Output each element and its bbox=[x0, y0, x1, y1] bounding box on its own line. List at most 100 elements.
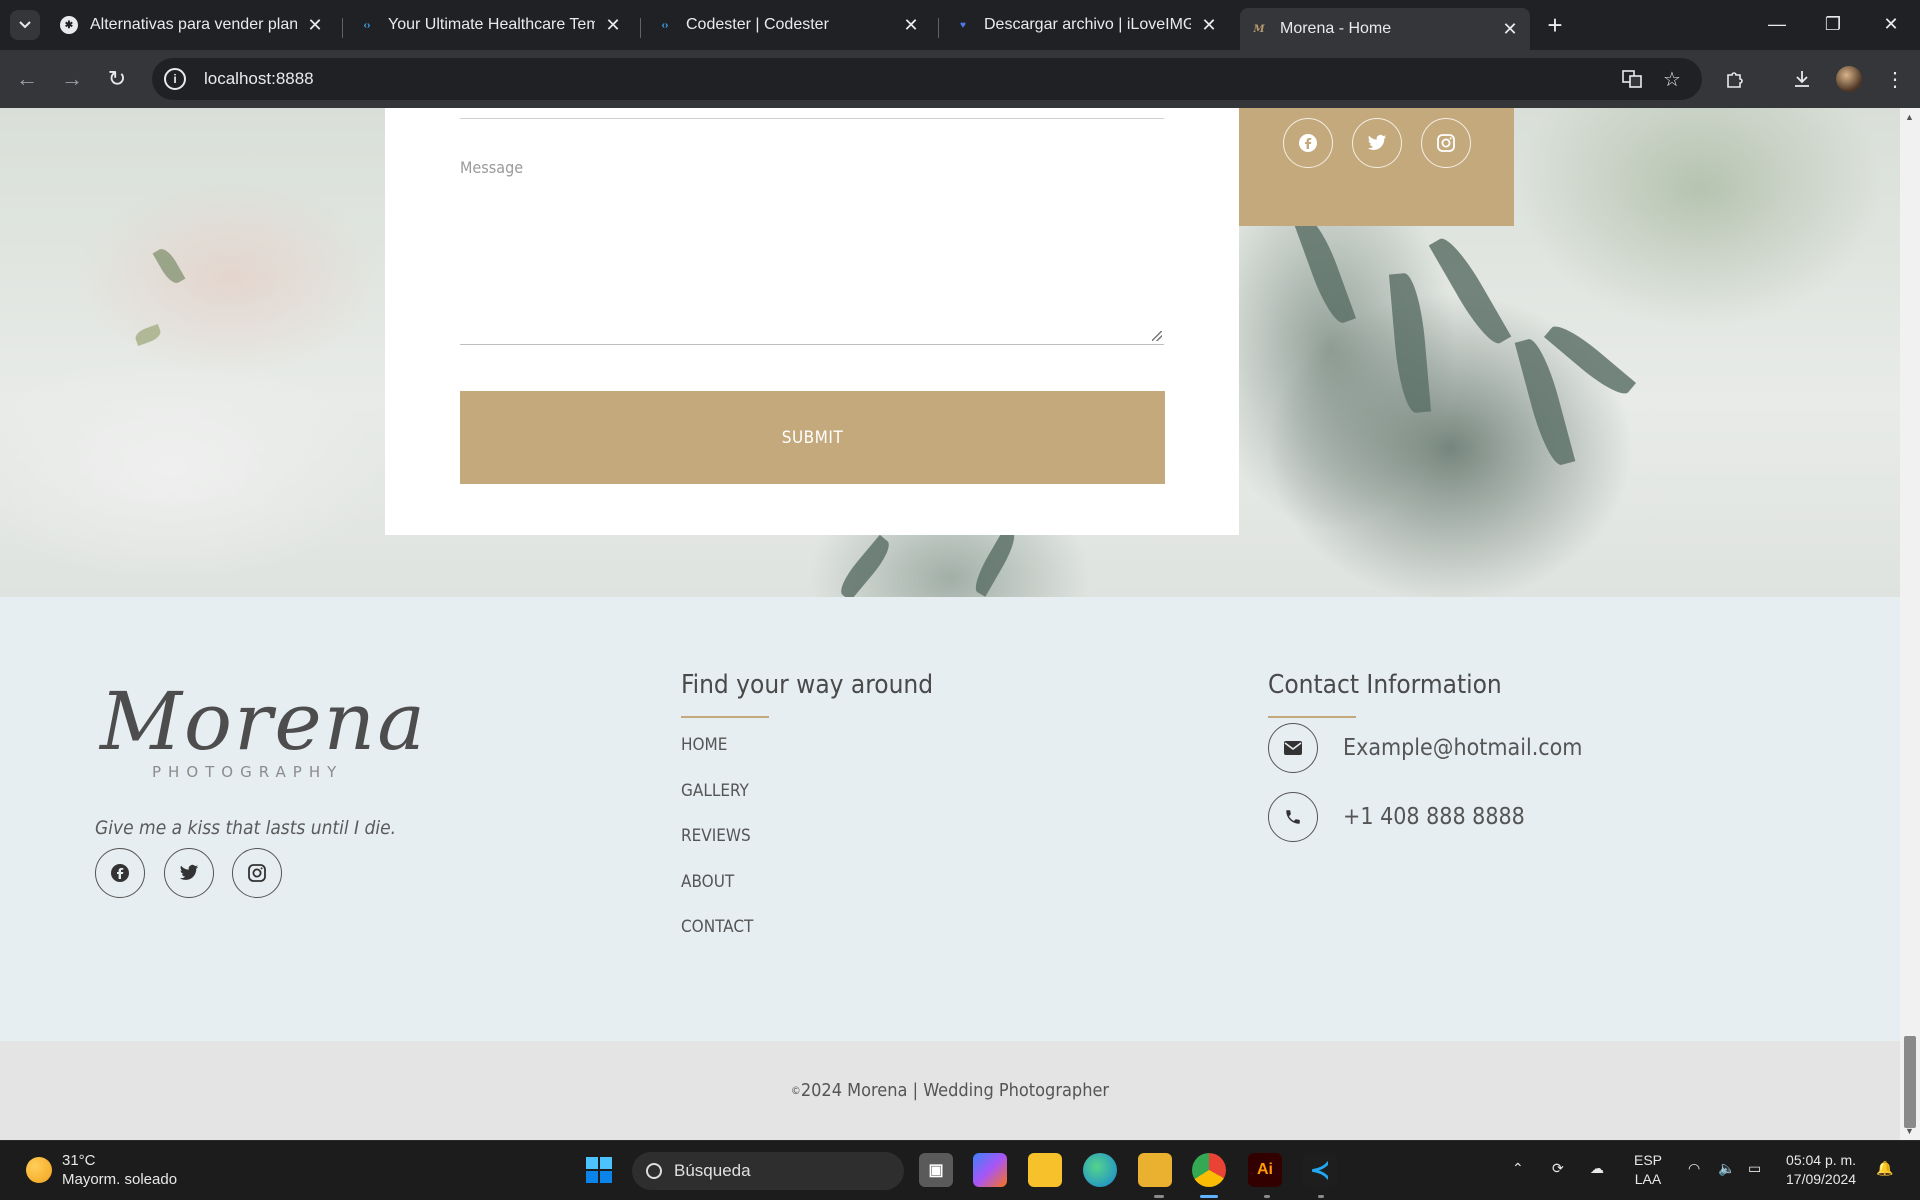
tab-search-button[interactable] bbox=[10, 10, 40, 40]
contact-section-title: Contact Information bbox=[1268, 670, 1502, 700]
chatgpt-icon: ✱ bbox=[60, 16, 78, 34]
file-explorer-icon[interactable] bbox=[1138, 1153, 1172, 1187]
nav-section-rule bbox=[681, 716, 769, 718]
windows-taskbar: 31°C Mayorm. soleado Búsqueda ▣ Ai ≺ ⌃ ⟳… bbox=[0, 1140, 1920, 1200]
new-tab-button[interactable]: + bbox=[1540, 10, 1570, 40]
translate-icon[interactable] bbox=[1617, 64, 1647, 94]
task-view-icon[interactable]: ▣ bbox=[919, 1153, 953, 1187]
browser-menu-icon[interactable]: ⋮ bbox=[1880, 64, 1910, 94]
show-hidden-icons-chevron-icon[interactable]: ⌃ bbox=[1512, 1159, 1524, 1178]
footer-link-gallery[interactable]: GALLERY bbox=[681, 781, 749, 801]
phone-icon bbox=[1268, 792, 1318, 842]
footer-tagline: Give me a kiss that lasts until I die. bbox=[95, 817, 397, 839]
bookmark-star-icon[interactable]: ☆ bbox=[1657, 64, 1687, 94]
copyright-symbol: © bbox=[790, 1084, 801, 1097]
footer-logo-subtitle: PHOTOGRAPHY bbox=[152, 763, 344, 781]
windows-start-icon[interactable] bbox=[582, 1153, 616, 1187]
language-indicator[interactable]: ESP LAA bbox=[1634, 1151, 1662, 1189]
taskbar-search[interactable]: Búsqueda bbox=[632, 1152, 904, 1190]
input-underline bbox=[460, 118, 1164, 119]
forward-button[interactable]: → bbox=[57, 64, 87, 94]
chrome-icon[interactable] bbox=[1192, 1153, 1226, 1187]
scrollbar-thumb[interactable] bbox=[1904, 1036, 1916, 1128]
phone-text[interactable]: +1 408 888 8888 bbox=[1343, 804, 1525, 830]
site-info-icon[interactable]: i bbox=[164, 68, 186, 90]
browser-tab-active[interactable]: M Morena - Home ✕ bbox=[1240, 8, 1530, 50]
wifi-icon[interactable]: ◠ bbox=[1688, 1159, 1700, 1178]
footer-link-contact[interactable]: CONTACT bbox=[681, 917, 753, 937]
vscode-icon[interactable]: ≺ bbox=[1303, 1153, 1337, 1187]
browser-toolbar: ← → ↻ i localhost:8888 ☆ ⋮ bbox=[0, 50, 1920, 108]
close-tab-icon[interactable]: ✕ bbox=[1500, 19, 1520, 40]
footer-logo[interactable]: Morena bbox=[100, 675, 427, 768]
active-indicator bbox=[1200, 1195, 1218, 1198]
page-scrollbar[interactable]: ▲ ▼ bbox=[1900, 108, 1920, 1140]
instagram-icon[interactable] bbox=[1421, 118, 1471, 168]
copilot-icon[interactable] bbox=[973, 1153, 1007, 1187]
close-tab-icon[interactable]: ✕ bbox=[901, 15, 921, 36]
copyright-text: 2024 Morena | Wedding Photographer bbox=[800, 1080, 1110, 1101]
sticky-notes-icon[interactable] bbox=[1028, 1153, 1062, 1187]
footer-link-about[interactable]: ABOUT bbox=[681, 872, 734, 892]
tab-separator bbox=[342, 18, 343, 38]
iloveimg-icon: ♥ bbox=[960, 19, 966, 31]
restore-button[interactable]: ❐ bbox=[1808, 6, 1858, 42]
contact-form: Message SUBMIT bbox=[385, 108, 1239, 535]
clock[interactable]: 05:04 p. m. 17/09/2024 bbox=[1786, 1151, 1856, 1189]
illustrator-icon[interactable]: Ai bbox=[1248, 1153, 1282, 1187]
chevron-down-icon bbox=[19, 21, 31, 29]
site-footer: Morena PHOTOGRAPHY Give me a kiss that l… bbox=[0, 597, 1900, 1041]
close-window-button[interactable]: ✕ bbox=[1866, 6, 1916, 42]
address-bar[interactable]: i localhost:8888 bbox=[152, 58, 1702, 100]
notifications-bell-icon[interactable]: 🔔 bbox=[1876, 1159, 1893, 1178]
morena-icon: M bbox=[1253, 23, 1265, 35]
message-placeholder: Message bbox=[460, 158, 524, 177]
minimize-button[interactable]: — bbox=[1752, 6, 1802, 42]
mail-icon bbox=[1268, 723, 1318, 773]
browser-tab[interactable]: ♥ Descargar archivo | iLoveIMG ✕ bbox=[944, 8, 1229, 42]
url-text: localhost:8888 bbox=[204, 69, 314, 88]
close-tab-icon[interactable]: ✕ bbox=[1199, 15, 1219, 36]
download-icon[interactable] bbox=[1787, 64, 1817, 94]
extensions-icon[interactable] bbox=[1720, 64, 1750, 94]
footer-link-reviews[interactable]: REVIEWS bbox=[681, 826, 751, 846]
scroll-up-arrow-icon[interactable]: ▲ bbox=[1905, 112, 1915, 122]
browser-tab-bar: ✱ Alternativas para vender plantill ✕ ‹›… bbox=[0, 0, 1920, 50]
onedrive-icon[interactable]: ☁ bbox=[1590, 1159, 1604, 1178]
close-tab-icon[interactable]: ✕ bbox=[603, 15, 623, 36]
volume-icon[interactable]: 🔈 bbox=[1718, 1159, 1735, 1178]
twitter-icon[interactable] bbox=[164, 848, 214, 898]
footer-link-home[interactable]: HOME bbox=[681, 735, 727, 755]
browser-tab[interactable]: ✱ Alternativas para vender plantill ✕ bbox=[50, 8, 335, 42]
email-text[interactable]: Example@hotmail.com bbox=[1343, 735, 1582, 761]
facebook-icon[interactable] bbox=[1283, 118, 1333, 168]
contact-email: Example@hotmail.com bbox=[1268, 723, 1582, 773]
contact-section-rule bbox=[1268, 716, 1356, 718]
facebook-icon[interactable] bbox=[95, 848, 145, 898]
profile-avatar[interactable] bbox=[1836, 66, 1862, 92]
back-button[interactable]: ← bbox=[12, 64, 42, 94]
weather-desc: Mayorm. soleado bbox=[62, 1171, 178, 1188]
tab-separator bbox=[938, 18, 939, 38]
social-links-card bbox=[1239, 108, 1514, 226]
resize-handle[interactable] bbox=[1152, 331, 1162, 341]
clock-date: 17/09/2024 bbox=[1786, 1171, 1857, 1187]
twitter-icon[interactable] bbox=[1352, 118, 1402, 168]
search-icon bbox=[646, 1163, 662, 1179]
message-textarea[interactable] bbox=[460, 148, 1164, 345]
running-indicator bbox=[1318, 1195, 1324, 1198]
weather-widget[interactable]: 31°C Mayorm. soleado bbox=[26, 1151, 177, 1189]
sync-icon[interactable]: ⟳ bbox=[1552, 1159, 1564, 1178]
instagram-icon[interactable] bbox=[232, 848, 282, 898]
copyright-bar: © 2024 Morena | Wedding Photographer bbox=[0, 1041, 1900, 1140]
submit-button[interactable]: SUBMIT bbox=[460, 391, 1165, 484]
close-tab-icon[interactable]: ✕ bbox=[305, 15, 325, 36]
browser-tab[interactable]: ‹› Codester | Codester ✕ bbox=[646, 8, 931, 42]
reload-button[interactable]: ↻ bbox=[102, 64, 132, 94]
edge-icon[interactable] bbox=[1083, 1153, 1117, 1187]
scroll-down-arrow-icon[interactable]: ▼ bbox=[1905, 1126, 1915, 1136]
running-indicator bbox=[1154, 1195, 1164, 1198]
running-indicator bbox=[1264, 1195, 1270, 1198]
battery-icon[interactable]: ▭ bbox=[1748, 1159, 1761, 1178]
browser-tab[interactable]: ‹› Your Ultimate Healthcare Templ ✕ bbox=[348, 8, 633, 42]
